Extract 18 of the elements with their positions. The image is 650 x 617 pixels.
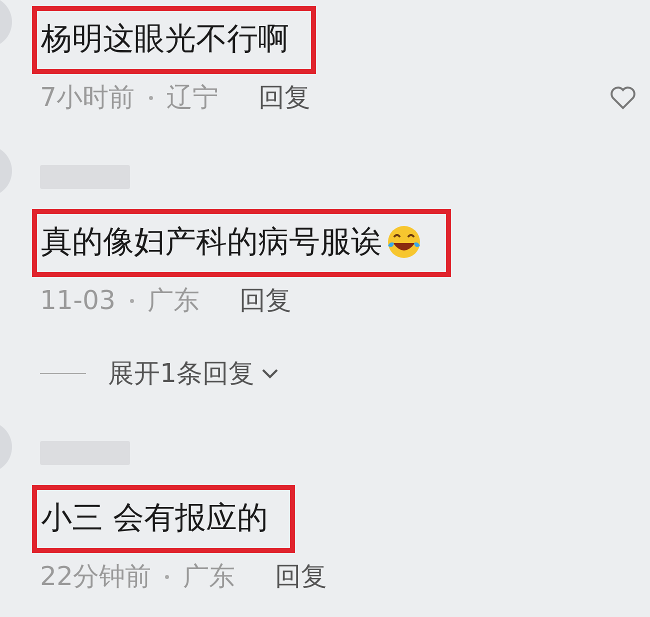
comment-time: 7小时前 (40, 82, 135, 115)
comment-time: 22分钟前 (40, 561, 152, 594)
comment-location: 辽宁 (166, 82, 219, 115)
comment-location: 广东 (183, 561, 236, 594)
comment-location: 广东 (148, 285, 200, 318)
separator-dot (148, 96, 153, 100)
reply-button[interactable]: 回复 (240, 283, 292, 318)
comment-time: 11-03 (40, 286, 116, 316)
separator-dot (130, 298, 134, 302)
heart-icon[interactable] (610, 86, 636, 110)
reply-button[interactable]: 回复 (275, 559, 328, 594)
comment-text: 杨明这眼光不行啊 (41, 20, 289, 59)
comment-text: 真的像妇产科的病号服诶 (41, 223, 382, 262)
separator-dot (165, 574, 170, 578)
chevron-down-icon (260, 368, 279, 380)
expand-replies-button[interactable]: 展开1条回复 (108, 356, 279, 391)
comment-text: 小三 会有报应的 (41, 499, 268, 538)
reply-button[interactable]: 回复 (258, 80, 311, 115)
